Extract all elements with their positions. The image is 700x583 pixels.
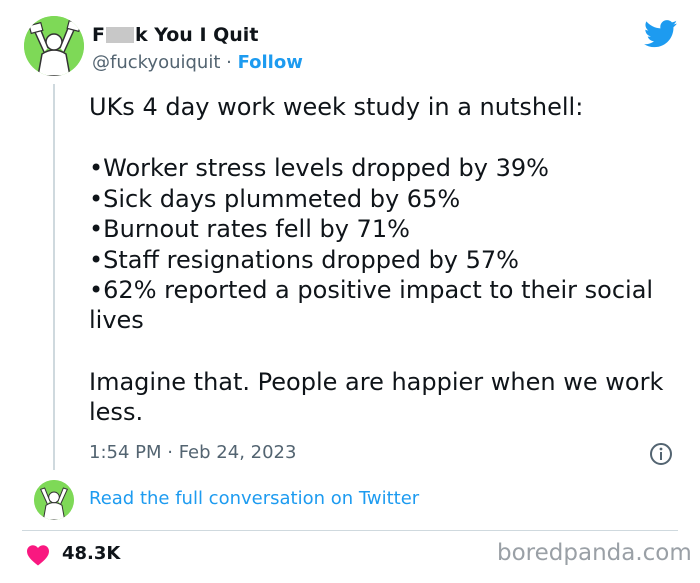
author-handle[interactable]: @fuckyouiquit <box>92 52 220 73</box>
heart-icon[interactable] <box>26 544 50 566</box>
author-name[interactable]: Fk You I Quit <box>92 24 258 46</box>
author-name-prefix: F <box>92 24 105 46</box>
twitter-bird-icon[interactable] <box>643 20 678 48</box>
source-watermark: boredpanda.com <box>497 540 692 566</box>
tweet-bullet: •Burnout rates fell by 71% <box>89 215 410 244</box>
tweet-bullet: •Worker stress levels dropped by 39% <box>89 154 549 183</box>
thread-line <box>53 84 55 470</box>
tweet-bullet: •Staff resignations dropped by 57% <box>89 245 519 274</box>
tweet-timestamp[interactable]: 1:54 PM · Feb 24, 2023 <box>89 442 296 463</box>
like-count[interactable]: 48.3K <box>62 543 120 564</box>
author-avatar[interactable] <box>24 16 84 76</box>
divider <box>22 530 678 531</box>
censor-block <box>105 27 134 43</box>
tweet-intro: UKs 4 day work week study in a nutshell: <box>89 93 584 121</box>
conversation-avatar[interactable] <box>34 480 74 520</box>
tweet-closing: Imagine that. People are happier when we… <box>89 367 664 427</box>
author-name-suffix: k You I Quit <box>134 24 259 46</box>
tweet-card: Fk You I Quit @fuckyouiquit · Follow UKs… <box>0 0 700 583</box>
read-conversation-link[interactable]: Read the full conversation on Twitter <box>89 488 419 509</box>
tweet-bullet: •62% reported a positive impact to their… <box>89 276 654 335</box>
handle-separator: · <box>220 52 238 73</box>
follow-button[interactable]: Follow <box>238 52 303 73</box>
info-icon[interactable] <box>649 442 673 466</box>
tweet-body: UKs 4 day work week study in a nutshell:… <box>89 92 679 428</box>
tweet-bullet: •Sick days plummeted by 65% <box>89 184 461 213</box>
author-handle-row: @fuckyouiquit · Follow <box>92 52 303 73</box>
